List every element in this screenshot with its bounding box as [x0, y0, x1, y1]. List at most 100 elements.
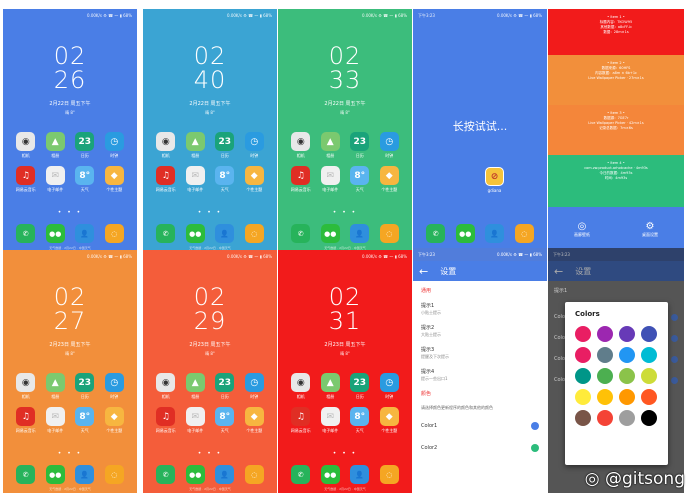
app-shortcut[interactable]: ◷ 时钟: [100, 132, 130, 159]
app-shortcut[interactable]: ▲ 相册: [41, 132, 71, 159]
app-shortcut[interactable]: ▲ 相册: [181, 132, 211, 159]
app-shortcut[interactable]: ✉ 电子邮件: [181, 407, 211, 434]
phone-icon[interactable]: ✆: [16, 465, 36, 484]
back-arrow-icon[interactable]: ←: [419, 265, 428, 278]
wallpaper-gallery-button[interactable]: ◎ 画廊壁纸: [574, 221, 590, 238]
wechat-icon[interactable]: ●●: [185, 224, 205, 243]
app-shortcut[interactable]: 23 日历: [345, 132, 375, 159]
color-swatch[interactable]: [619, 410, 635, 426]
app-shortcut[interactable]: 8° 天气: [70, 407, 100, 434]
app-shortcut[interactable]: ◉ 相机: [151, 132, 181, 159]
app-shortcut[interactable]: ◉ 相机: [11, 373, 41, 400]
messages-icon[interactable]: ◌: [244, 224, 264, 243]
app-shortcut[interactable]: ◆ 个性主题: [375, 407, 405, 434]
color-swatch[interactable]: [641, 326, 657, 342]
app-shortcut[interactable]: ◆ 个性主题: [240, 166, 270, 193]
color-preference[interactable]: Color2: [413, 437, 547, 459]
preference-item[interactable]: 提示3 提醒及下次提示: [413, 342, 547, 364]
app-shortcut[interactable]: ♫ 网易云音乐: [11, 407, 41, 434]
color-preference[interactable]: Color1: [413, 415, 547, 437]
app-shortcut[interactable]: ◷ 时钟: [240, 132, 270, 159]
color-swatch[interactable]: [641, 368, 657, 384]
app-shortcut[interactable]: 23 日历: [70, 132, 100, 159]
wechat-icon[interactable]: ●●: [185, 465, 205, 484]
color-swatch[interactable]: [597, 326, 613, 342]
color-swatch[interactable]: [641, 347, 657, 363]
app-shortcut[interactable]: ◷ 时钟: [100, 373, 130, 400]
color-swatch[interactable]: [575, 410, 591, 426]
messages-icon[interactable]: ◌: [244, 465, 264, 484]
app-shortcut[interactable]: ✉ 电子邮件: [41, 407, 71, 434]
color-swatch[interactable]: [641, 410, 657, 426]
app-shortcut[interactable]: ✉ 电子邮件: [181, 166, 211, 193]
app-shortcut[interactable]: ◉ 相机: [11, 132, 41, 159]
color-swatch[interactable]: [575, 389, 591, 405]
app-shortcut[interactable]: ◉ 相机: [151, 373, 181, 400]
contacts-icon[interactable]: 👤: [350, 224, 370, 243]
color-swatch[interactable]: [597, 410, 613, 426]
app-shortcut[interactable]: 23 日历: [210, 132, 240, 159]
wallpaper-item[interactable]: • Item 3 • 数据源：7GE7r Live Wallpaper Picker…: [548, 105, 684, 155]
app-shortcut[interactable]: ♫ 网易云音乐: [286, 407, 316, 434]
app-shortcut[interactable]: ♫ 网易云音乐: [286, 166, 316, 193]
contacts-icon[interactable]: 👤: [350, 465, 370, 484]
phone-icon[interactable]: ✆: [16, 224, 36, 243]
phone-icon[interactable]: ✆: [426, 224, 446, 243]
contacts-icon[interactable]: 👤: [215, 465, 235, 484]
color-swatch[interactable]: [597, 389, 613, 405]
messages-icon[interactable]: ◌: [514, 224, 534, 243]
phone-icon[interactable]: ✆: [156, 465, 176, 484]
phone-icon[interactable]: ✆: [291, 224, 311, 243]
color-swatch[interactable]: [597, 368, 613, 384]
app-shortcut[interactable]: ◆ 个性主题: [100, 166, 130, 193]
app-shortcut[interactable]: 8° 天气: [70, 166, 100, 193]
app-shortcut[interactable]: 8° 天气: [345, 407, 375, 434]
wechat-icon[interactable]: ●●: [455, 224, 475, 243]
phone-icon[interactable]: ✆: [291, 465, 311, 484]
app-shortcut[interactable]: 8° 天气: [210, 407, 240, 434]
wechat-icon[interactable]: ●●: [320, 224, 340, 243]
color-swatch[interactable]: [619, 347, 635, 363]
app-shortcut[interactable]: ◷ 时钟: [375, 373, 405, 400]
app-shortcut[interactable]: ◷ 时钟: [240, 373, 270, 400]
app-shortcut[interactable]: ◉ 相机: [286, 373, 316, 400]
draggable-app-icon[interactable]: ⊘ gdiana: [485, 167, 504, 193]
messages-icon[interactable]: ◌: [379, 465, 399, 484]
wallpaper-item[interactable]: • Item 4 • com.zw.product.arhotcache · 4m…: [548, 155, 684, 207]
contacts-icon[interactable]: 👤: [75, 224, 95, 243]
app-shortcut[interactable]: ◆ 个性主题: [240, 407, 270, 434]
app-shortcut[interactable]: ▲ 相册: [316, 132, 346, 159]
messages-icon[interactable]: ◌: [104, 224, 124, 243]
wallpaper-item[interactable]: • Item 1 • 标题内容：TKOW95 其他数据：a8cFF-b 数据：28m×…: [548, 9, 684, 55]
color-swatch[interactable]: [575, 368, 591, 384]
preference-item[interactable]: 提示4 提示一些出口1: [413, 364, 547, 386]
app-shortcut[interactable]: ♫ 网易云音乐: [11, 166, 41, 193]
desktop-settings-button[interactable]: ⚙ 桌面设置: [642, 221, 658, 238]
contacts-icon[interactable]: 👤: [485, 224, 505, 243]
app-shortcut[interactable]: ✉ 电子邮件: [41, 166, 71, 193]
color-swatch[interactable]: [641, 389, 657, 405]
messages-icon[interactable]: ◌: [104, 465, 124, 484]
app-shortcut[interactable]: 23 日历: [345, 373, 375, 400]
contacts-icon[interactable]: 👤: [215, 224, 235, 243]
color-swatch[interactable]: [575, 326, 591, 342]
contacts-icon[interactable]: 👤: [75, 465, 95, 484]
app-shortcut[interactable]: 23 日历: [210, 373, 240, 400]
app-shortcut[interactable]: ✉ 电子邮件: [316, 166, 346, 193]
phone-icon[interactable]: ✆: [156, 224, 176, 243]
app-shortcut[interactable]: 8° 天气: [210, 166, 240, 193]
wallpaper-item[interactable]: • Item 2 • 数据来源：60HFS 内容数据：a8m × 6b+1c Live…: [548, 55, 684, 105]
app-shortcut[interactable]: ▲ 相册: [181, 373, 211, 400]
app-shortcut[interactable]: ◆ 个性主题: [375, 166, 405, 193]
wechat-icon[interactable]: ●●: [320, 465, 340, 484]
app-shortcut[interactable]: ◆ 个性主题: [100, 407, 130, 434]
color-swatch[interactable]: [619, 389, 635, 405]
app-shortcut[interactable]: ♫ 网易云音乐: [151, 166, 181, 193]
app-shortcut[interactable]: ▲ 相册: [41, 373, 71, 400]
color-swatch[interactable]: [597, 347, 613, 363]
wechat-icon[interactable]: ●●: [45, 224, 65, 243]
color-swatch[interactable]: [575, 347, 591, 363]
app-shortcut[interactable]: ♫ 网易云音乐: [151, 407, 181, 434]
app-shortcut[interactable]: 23 日历: [70, 373, 100, 400]
messages-icon[interactable]: ◌: [379, 224, 399, 243]
